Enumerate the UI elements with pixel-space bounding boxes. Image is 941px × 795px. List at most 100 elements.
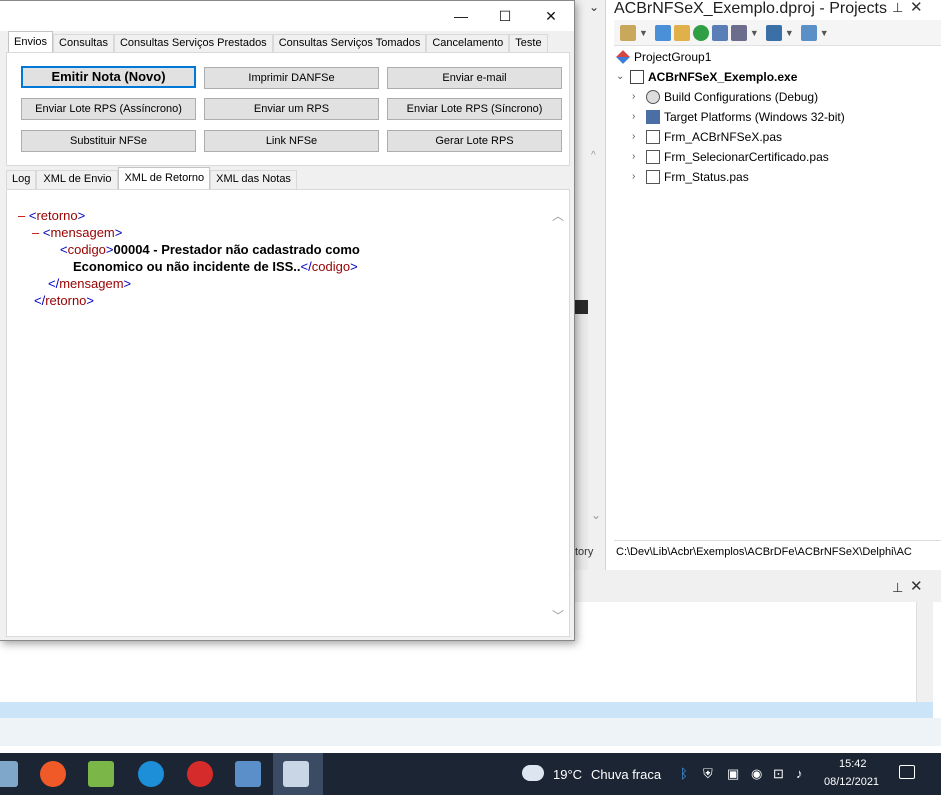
chevron-right-icon[interactable]: › [632, 148, 642, 166]
network-icon[interactable]: ⊡ [773, 766, 784, 782]
chevron-down-icon[interactable]: ▼ [750, 28, 759, 38]
tab-consultas[interactable]: Consultas [53, 34, 114, 52]
emitir-nota-button[interactable]: Emitir Nota (Novo) [21, 66, 196, 88]
tree-item-file[interactable]: › Frm_SelecionarCertificado.pas [632, 148, 829, 166]
build-icon[interactable] [730, 24, 747, 41]
camera-icon[interactable]: ◉ [751, 766, 762, 782]
collapse-icon[interactable]: – [18, 208, 25, 223]
tab-consultas-prestados[interactable]: Consultas Serviços Prestados [113, 34, 273, 52]
volume-icon[interactable]: ♪ [796, 766, 803, 781]
file-icon [646, 150, 660, 164]
tree-item-build-config[interactable]: › Build Configurations (Debug) [632, 88, 818, 106]
pin-icon[interactable]: ⊥ [892, 580, 903, 596]
tab-xml-retorno[interactable]: XML de Retorno [118, 167, 211, 189]
cloud-icon[interactable] [522, 765, 544, 781]
enviar-lote-async-button[interactable]: Enviar Lote RPS (Assíncrono) [21, 98, 196, 120]
clock-date[interactable]: 08/12/2021 [824, 776, 879, 788]
scroll-up-icon[interactable]: ^ [591, 150, 596, 161]
chevron-right-icon[interactable]: › [632, 168, 642, 186]
scroll-down-icon[interactable]: ⌄ [591, 508, 601, 522]
chevron-down-icon[interactable]: ⌄ [589, 0, 599, 14]
tree-label: ACBrNFSeX_Exemplo.exe [648, 70, 798, 84]
maximize-button[interactable]: ☐ [482, 1, 528, 31]
tab-consultas-tomados[interactable]: Consultas Serviços Tomados [272, 34, 427, 52]
scroll-up-icon[interactable]: ︿ [552, 207, 564, 224]
notification-icon[interactable] [899, 765, 915, 779]
xml-tag: retorno [45, 293, 87, 308]
gerar-lote-button[interactable]: Gerar Lote RPS [387, 130, 562, 152]
bottom-panel-header [574, 570, 941, 602]
sync-icon[interactable] [711, 24, 728, 41]
app-window: — ☐ ✕ Envios Consultas Consultas Serviço… [0, 0, 575, 641]
chevron-right-icon[interactable]: › [632, 108, 642, 126]
chart-app-icon[interactable] [88, 761, 114, 787]
chevron-down-icon[interactable]: ▼ [820, 28, 829, 38]
close-button[interactable]: ✕ [528, 1, 574, 31]
link-nfse-button[interactable]: Link NFSe [204, 130, 379, 152]
enviar-email-button[interactable]: Enviar e-mail [387, 67, 562, 89]
check-icon[interactable] [800, 24, 817, 41]
xml-tag: retorno [36, 208, 78, 223]
bluetooth-icon[interactable]: ᛒ [680, 766, 688, 781]
tab-xml-notas[interactable]: XML das Notas [210, 170, 297, 189]
add-icon[interactable] [654, 24, 671, 41]
status-strip [0, 702, 933, 718]
project-path: C:\Dev\Lib\Acbr\Exemplos\ACBrDFe\ACBrNFS… [614, 540, 941, 562]
tab-envios[interactable]: Envios [8, 31, 54, 52]
project-group-icon [616, 50, 630, 64]
tree-item-group[interactable]: ProjectGroup1 [616, 48, 711, 66]
substituir-nfse-button[interactable]: Substituir NFSe [21, 130, 196, 152]
chevron-down-icon[interactable]: ⌄ [616, 68, 626, 86]
tab-log[interactable]: Log [6, 170, 37, 189]
tree-item-target-platforms[interactable]: › Target Platforms (Windows 32-bit) [632, 108, 845, 126]
xml-line: – <mensagem> [32, 225, 123, 240]
refresh-icon[interactable] [692, 24, 709, 41]
image-app-icon[interactable] [235, 761, 261, 787]
compass-icon[interactable] [40, 761, 66, 787]
tab-teste[interactable]: Teste [509, 34, 548, 52]
folder-icon[interactable] [673, 24, 690, 41]
close-icon[interactable]: ✕ [910, 0, 923, 16]
weather-temperature[interactable]: 19°C [553, 767, 582, 782]
scroll-down-icon[interactable]: ﹀ [552, 607, 564, 624]
app-icon[interactable] [0, 761, 18, 787]
xml-viewer[interactable]: – <retorno> – <mensagem> <codigo>00004 -… [18, 207, 548, 617]
chevron-right-icon[interactable]: › [632, 128, 642, 146]
tabs-top: Envios Consultas Consultas Serviços Pres… [8, 31, 548, 52]
minimize-button[interactable]: — [438, 1, 484, 31]
shield-icon[interactable]: ⛨ [703, 766, 713, 782]
xml-text: Economico ou não incidente de ISS.. [73, 259, 301, 274]
enviar-lote-sync-button[interactable]: Enviar Lote RPS (Síncrono) [387, 98, 562, 120]
enviar-rps-button[interactable]: Enviar um RPS [204, 98, 379, 120]
network-device-icon[interactable]: ▣ [727, 766, 739, 782]
file-icon [646, 170, 660, 184]
window-app-icon[interactable] [283, 761, 309, 787]
internet-explorer-icon[interactable] [138, 761, 164, 787]
delphi-icon[interactable] [187, 761, 213, 787]
xml-line: <codigo>00004 - Prestador não cadastrado… [60, 242, 360, 257]
tree-item-exe[interactable]: ⌄ ACBrNFSeX_Exemplo.exe [616, 68, 797, 86]
tabs-mid: Log XML de Envio XML de Retorno XML das … [6, 167, 297, 189]
chevron-down-icon[interactable]: ▼ [639, 28, 648, 38]
tree-item-file[interactable]: › Frm_ACBrNFSeX.pas [632, 128, 782, 146]
tab-xml-envio[interactable]: XML de Envio [36, 170, 119, 189]
imprimir-danfse-button[interactable]: Imprimir DANFSe [204, 67, 379, 89]
scrollbar[interactable] [916, 602, 933, 718]
xml-line: – <retorno> [18, 208, 86, 223]
title-bar: — ☐ ✕ [0, 1, 574, 31]
tree-label: Frm_Status.pas [664, 170, 749, 184]
weather-condition[interactable]: Chuva fraca [591, 767, 661, 782]
new-icon[interactable] [620, 24, 636, 41]
application-icon [630, 70, 644, 84]
chevron-down-icon[interactable]: ▼ [785, 28, 794, 38]
tab-cancelamento[interactable]: Cancelamento [426, 34, 510, 52]
chevron-right-icon[interactable]: › [632, 88, 642, 106]
close-icon[interactable]: ✕ [910, 577, 923, 595]
tree-item-file[interactable]: › Frm_Status.pas [632, 168, 749, 186]
editor-strip [574, 300, 588, 570]
collapse-icon[interactable]: – [32, 225, 39, 240]
clock-time[interactable]: 15:42 [839, 758, 867, 770]
layers-icon[interactable] [765, 24, 782, 41]
pin-icon[interactable]: ⊥ [892, 0, 903, 16]
history-tab-fragment[interactable]: tory [575, 546, 593, 558]
